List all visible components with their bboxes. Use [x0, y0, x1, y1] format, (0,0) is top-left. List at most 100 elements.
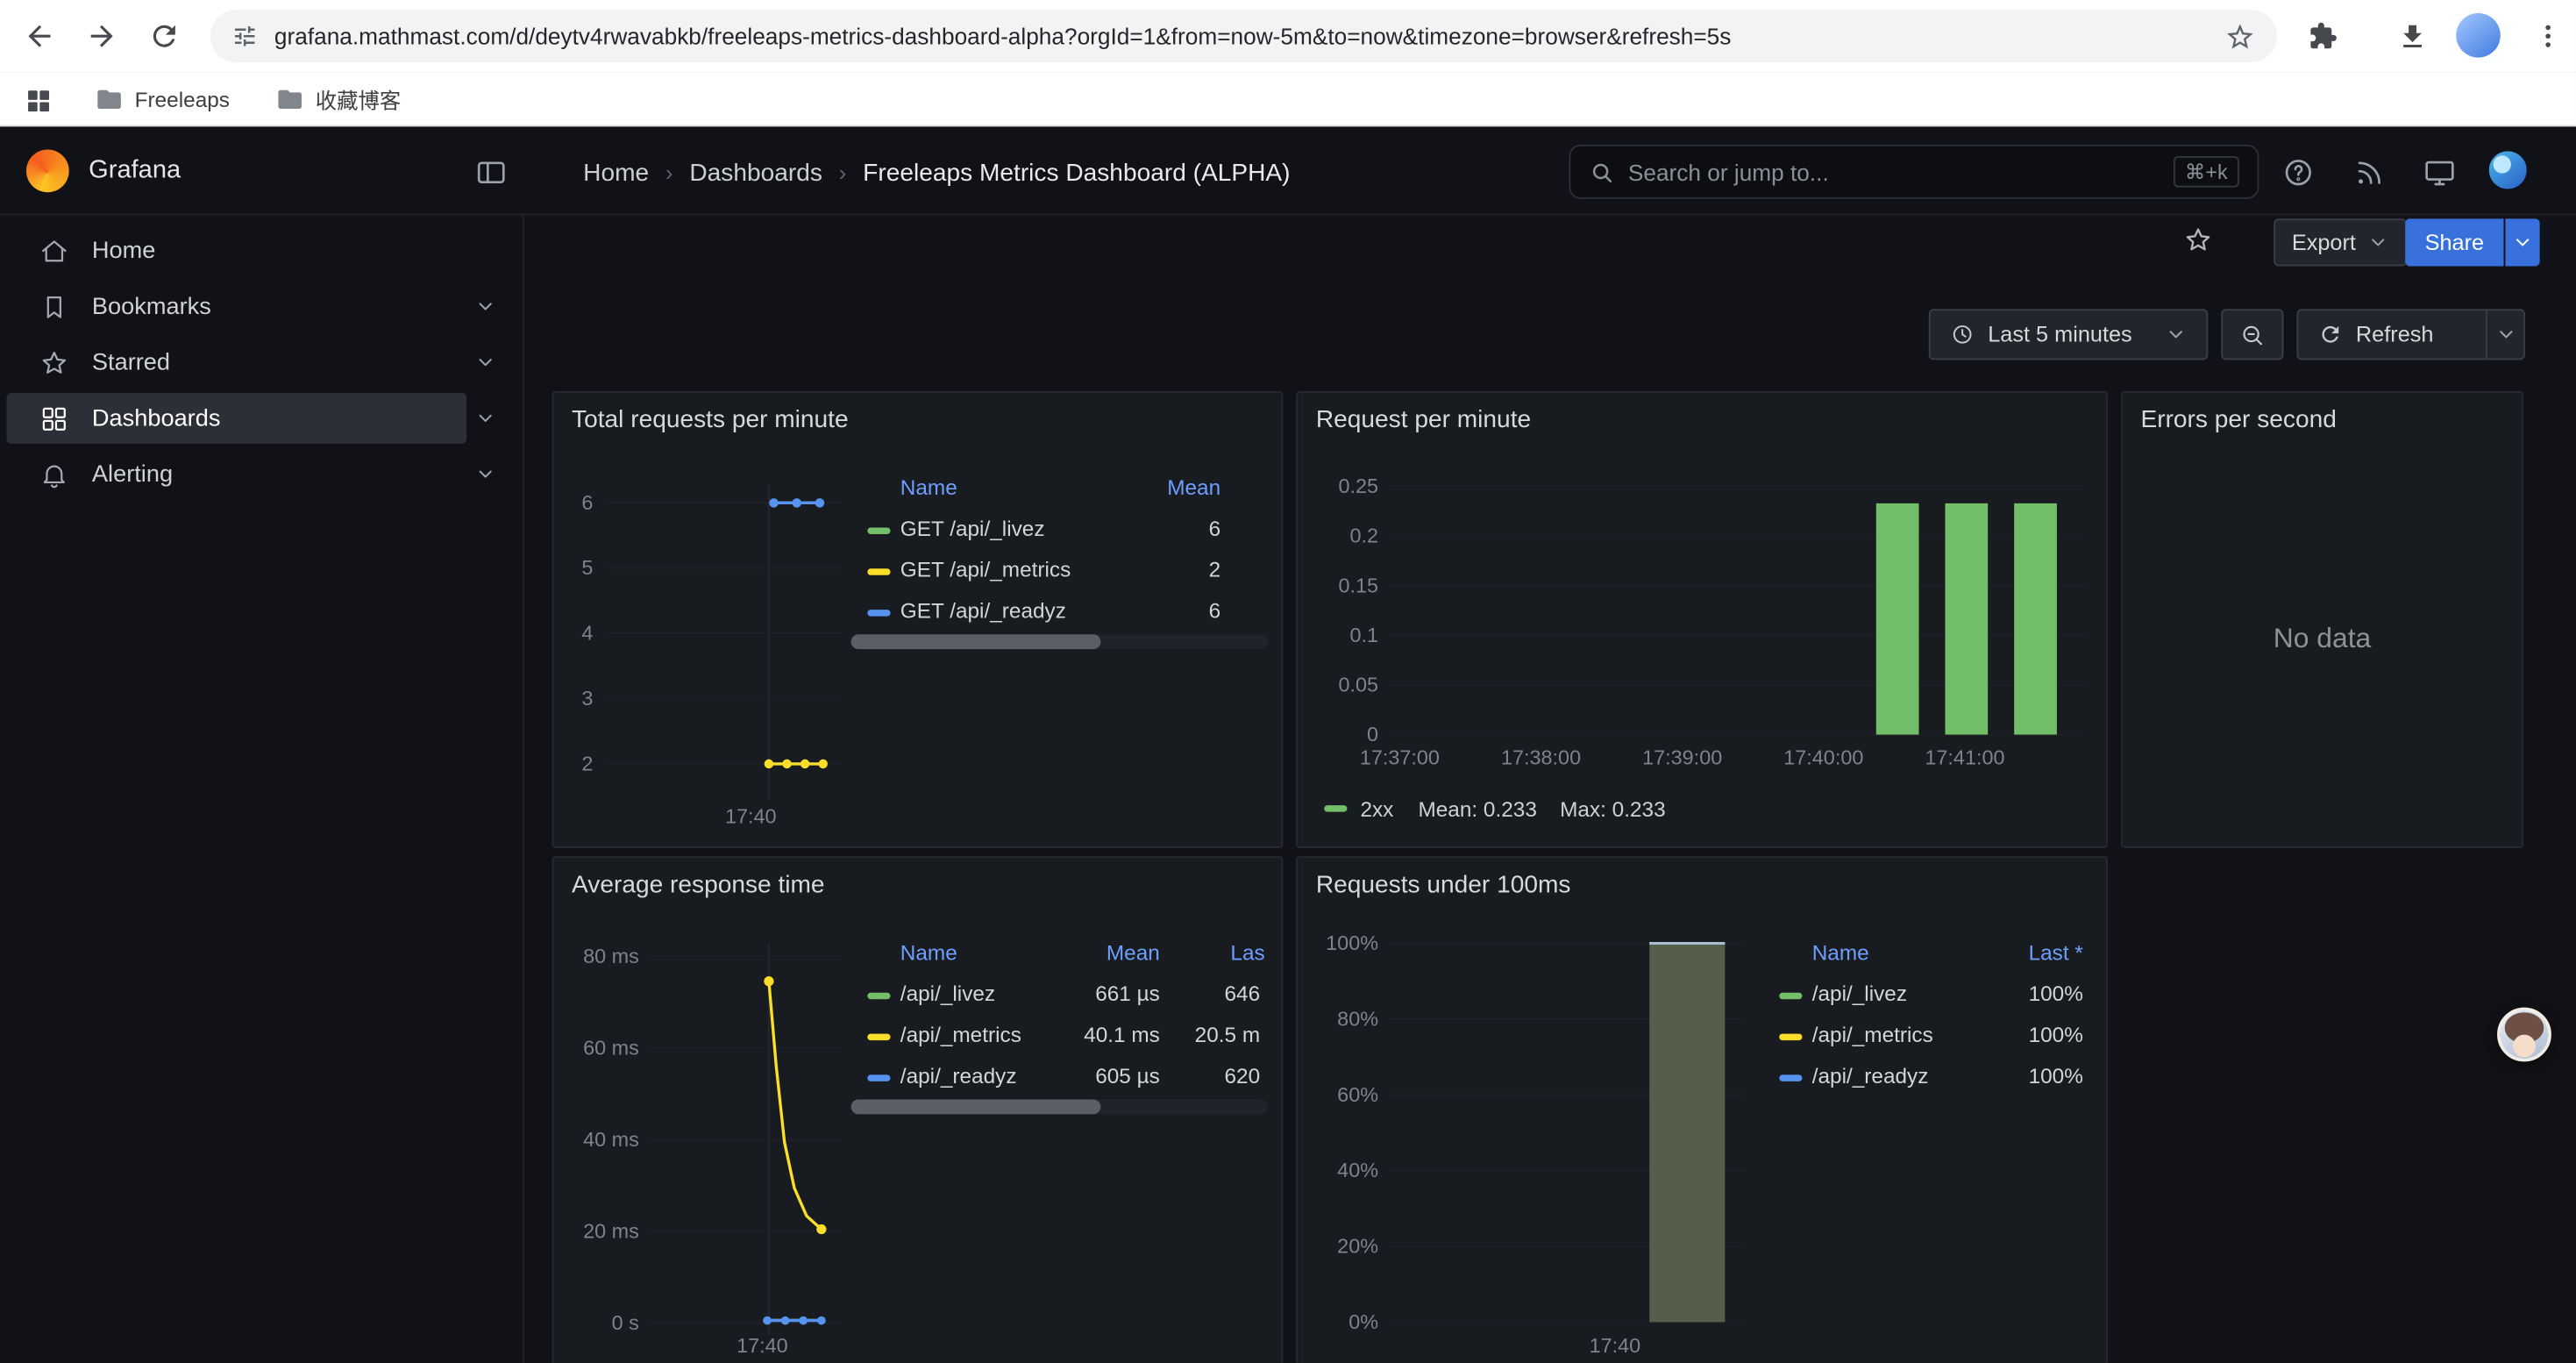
dock-panel-icon	[475, 156, 508, 189]
chevron-down-icon	[2512, 232, 2533, 253]
grafana-logo[interactable]	[26, 150, 69, 193]
browser-back-button[interactable]	[18, 15, 61, 58]
bookmark-star-icon[interactable]	[2224, 20, 2256, 52]
panel-errors-per-second: Errors per second No data	[2121, 391, 2523, 848]
legend-series-last: 100%	[2029, 1022, 2083, 1046]
export-button[interactable]: Export	[2274, 218, 2407, 266]
refresh-button[interactable]: Refresh	[2298, 310, 2486, 358]
svg-text:60 ms: 60 ms	[583, 1037, 639, 1060]
favorite-dashboard-star-icon[interactable]	[2183, 225, 2213, 255]
refresh-label: Refresh	[2356, 322, 2434, 346]
sidebar-item-alerting[interactable]: Alerting	[0, 447, 523, 502]
legend-scrollbar[interactable]	[851, 634, 1269, 649]
extensions-button[interactable]	[2302, 15, 2345, 58]
series-color-dash	[867, 1074, 890, 1081]
svg-text:5: 5	[581, 556, 593, 579]
legend-series-mean: 661 µs	[1095, 981, 1160, 1006]
search-bar[interactable]: ⌘+k	[1569, 145, 2259, 199]
floating-assistant-avatar[interactable]	[2497, 1008, 2551, 1062]
chevron-down-icon[interactable]	[475, 352, 496, 373]
legend-series-name[interactable]: /api/_livez	[900, 981, 995, 1006]
share-button[interactable]: Share	[2405, 218, 2540, 266]
legend-col-name[interactable]: Name	[900, 940, 957, 965]
zoom-out-icon	[2239, 321, 2266, 347]
legend-series-name[interactable]: /api/_readyz	[1812, 1063, 1929, 1088]
browser-toolbar: grafana.mathmast.com/d/deytv4rwavabkb/fr…	[0, 0, 2576, 72]
browser-reload-button[interactable]	[143, 15, 186, 58]
grafana-profile-avatar[interactable]	[2489, 151, 2527, 189]
panel-title[interactable]: Errors per second	[2140, 406, 2336, 434]
downloads-button[interactable]	[2390, 15, 2433, 58]
export-label: Export	[2292, 230, 2356, 254]
scrollbar-thumb[interactable]	[851, 1100, 1102, 1115]
panel-title[interactable]: Average response time	[572, 871, 825, 899]
sidebar-item-label: Dashboards	[92, 405, 221, 432]
legend-row: GET /api/_metrics 2	[851, 551, 1269, 592]
chevron-down-icon[interactable]	[475, 463, 496, 484]
chevron-down-icon[interactable]	[475, 296, 496, 317]
refresh-interval-caret[interactable]	[2487, 310, 2523, 358]
browser-menu-button[interactable]	[2527, 15, 2570, 58]
clock-icon	[1950, 322, 1975, 346]
legend-col-mean[interactable]: Mean	[1167, 475, 1220, 500]
sidebar-toggle-button[interactable]	[473, 154, 509, 190]
series-color-dash	[867, 568, 890, 574]
series-color-dash	[1779, 1034, 1802, 1040]
svg-text:17:39:00: 17:39:00	[1642, 746, 1722, 768]
legend-row: GET /api/_readyz 6	[851, 592, 1269, 633]
zoom-out-time-button[interactable]	[2221, 309, 2283, 360]
kiosk-mode-button[interactable]	[2422, 154, 2458, 190]
bookmark-item-freeleaps[interactable]: Freeleaps	[85, 79, 239, 120]
sidebar-item-starred[interactable]: Starred	[0, 335, 523, 389]
sidebar-item-dashboards[interactable]: Dashboards	[0, 391, 523, 446]
svg-text:0.25: 0.25	[1338, 475, 1378, 497]
help-button[interactable]	[2281, 154, 2316, 190]
bookmark-item-blogs[interactable]: 收藏博客	[267, 79, 411, 120]
legend-series-name[interactable]: GET /api/_livez	[900, 516, 1045, 540]
legend-row: /api/_livez 661 µs 646	[851, 974, 1269, 1016]
legend-series-name[interactable]: /api/_metrics	[1812, 1022, 1933, 1046]
legend-series-name[interactable]: /api/_readyz	[900, 1063, 1017, 1088]
share-menu-caret[interactable]	[2505, 218, 2539, 266]
legend-col-last[interactable]: Las	[1230, 940, 1264, 965]
panel-title[interactable]: Request per minute	[1316, 406, 1531, 434]
panel-title[interactable]: Requests under 100ms	[1316, 871, 1571, 899]
puzzle-icon	[2309, 21, 2338, 51]
brand-title: Grafana	[89, 156, 181, 186]
legend-series-name[interactable]: GET /api/_readyz	[900, 598, 1066, 623]
breadcrumb-dashboards[interactable]: Dashboards	[649, 159, 822, 187]
legend-series-name[interactable]: GET /api/_metrics	[900, 557, 1071, 582]
legend-col-name[interactable]: Name	[900, 475, 957, 500]
legend-series-name[interactable]: /api/_livez	[1812, 981, 1907, 1006]
site-info-icon[interactable]	[231, 23, 258, 49]
svg-text:0.2: 0.2	[1350, 525, 1379, 547]
news-button[interactable]	[2351, 154, 2387, 190]
search-input[interactable]	[1628, 159, 2160, 185]
search-shortcut-kbd: ⌘+k	[2174, 156, 2239, 188]
legend-col-mean[interactable]: Mean	[1107, 940, 1160, 965]
chevron-down-icon[interactable]	[475, 408, 496, 429]
browser-profile-avatar[interactable]	[2456, 13, 2501, 58]
dashboards-grid-icon	[39, 403, 69, 433]
series-color-dash	[1324, 805, 1347, 811]
reload-icon	[148, 19, 181, 52]
sidebar-item-bookmarks[interactable]: Bookmarks	[0, 280, 523, 334]
legend-col-last[interactable]: Last *	[2029, 940, 2083, 965]
series-color-dash	[867, 993, 890, 999]
browser-forward-button[interactable]	[81, 15, 124, 58]
legend-col-name[interactable]: Name	[1812, 940, 1869, 965]
time-range-picker[interactable]: Last 5 minutes	[1929, 309, 2209, 360]
legend-series-name[interactable]: /api/_metrics	[900, 1022, 1021, 1046]
legend-series-name[interactable]: 2xx	[1360, 796, 1393, 821]
panel-title[interactable]: Total requests per minute	[572, 406, 849, 434]
breadcrumb-home[interactable]: Home	[583, 159, 649, 187]
apps-grid-button[interactable]	[17, 79, 60, 122]
svg-text:40%: 40%	[1337, 1159, 1378, 1181]
no-data-message: No data	[2123, 623, 2522, 655]
legend-series-last: 100%	[2029, 1063, 2083, 1088]
url-bar[interactable]: grafana.mathmast.com/d/deytv4rwavabkb/fr…	[210, 10, 2277, 62]
legend-series-last: 620	[1224, 1063, 1260, 1088]
scrollbar-thumb[interactable]	[851, 634, 1102, 649]
legend-scrollbar[interactable]	[851, 1100, 1269, 1115]
sidebar-item-home[interactable]: Home	[0, 224, 523, 278]
